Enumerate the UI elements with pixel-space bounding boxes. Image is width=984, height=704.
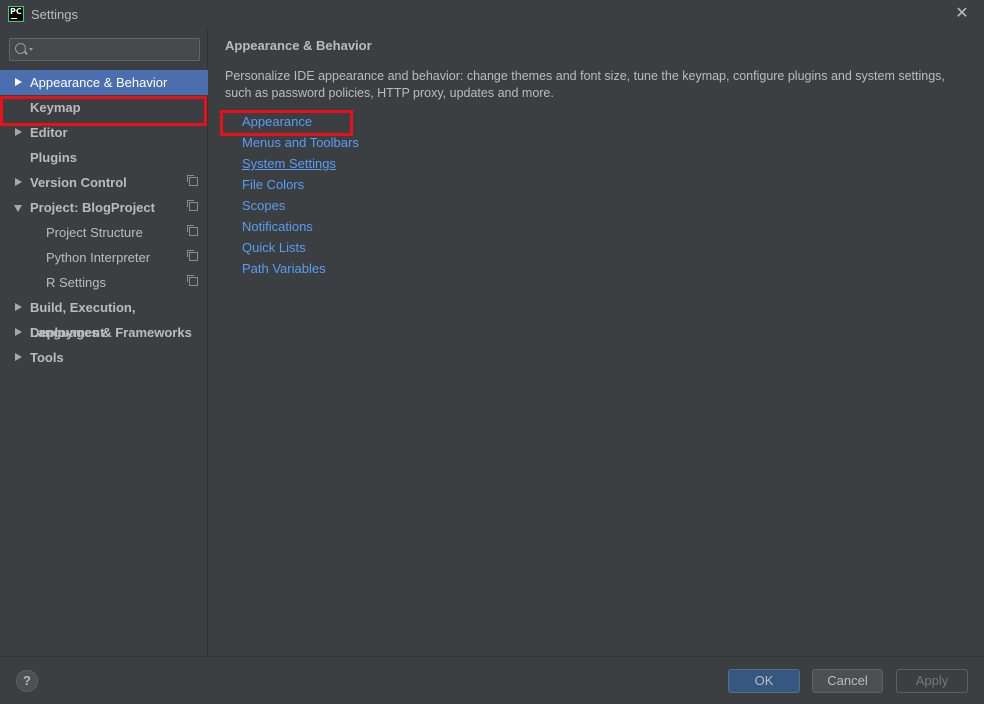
project-settings-icon [187, 250, 198, 261]
sidebar-item-build-execution-deployment[interactable]: Build, Execution, Deployment [0, 295, 208, 340]
sidebar-item-appearance-behavior[interactable]: Appearance & Behavior [0, 70, 208, 95]
link-scopes[interactable]: Scopes [242, 198, 285, 213]
search-history-dropdown-icon[interactable] [29, 48, 33, 51]
apply-button[interactable]: Apply [896, 669, 968, 693]
sidebar-item-plugins[interactable]: Plugins [0, 145, 208, 170]
sidebar-item-python-interpreter[interactable]: Python Interpreter [0, 245, 208, 270]
link-menus-and-toolbars[interactable]: Menus and Toolbars [242, 135, 359, 150]
settings-search-box[interactable] [9, 38, 200, 61]
sidebar-item-label: Languages & Frameworks [30, 325, 192, 340]
app-icon-text: PC [10, 7, 22, 16]
pycharm-app-icon: PC [8, 6, 24, 22]
project-settings-icon [187, 200, 198, 211]
highlight-box [0, 96, 207, 126]
sidebar-item-label: Project: BlogProject [30, 200, 155, 215]
settings-sidebar: Appearance & Behavior Keymap Editor Plug… [0, 28, 208, 656]
page-description: Personalize IDE appearance and behavior:… [225, 69, 945, 100]
sidebar-item-label: Tools [30, 350, 64, 365]
link-path-variables[interactable]: Path Variables [242, 261, 326, 276]
window-title: Settings [31, 7, 78, 22]
sidebar-item-r-settings[interactable]: R Settings [0, 270, 208, 295]
ok-button[interactable]: OK [728, 669, 800, 693]
expand-arrow-icon[interactable] [15, 303, 22, 311]
sidebar-item-version-control[interactable]: Version Control [0, 170, 208, 195]
sidebar-item-project-blogproject[interactable]: Project: BlogProject [0, 195, 208, 220]
project-settings-icon [187, 275, 198, 286]
sidebar-item-label: Project Structure [46, 225, 143, 240]
link-system-settings[interactable]: System Settings [242, 156, 336, 171]
title-bar: PC Settings ✕ [0, 0, 984, 28]
project-settings-icon [187, 175, 198, 186]
settings-content-panel: Appearance & Behavior Personalize IDE ap… [208, 28, 984, 656]
expand-arrow-icon[interactable] [15, 353, 22, 361]
sidebar-item-tools[interactable]: Tools [0, 345, 208, 370]
search-icon[interactable] [15, 43, 26, 54]
sidebar-item-languages-frameworks[interactable]: Languages & Frameworks [0, 320, 208, 345]
collapse-arrow-icon[interactable] [14, 205, 22, 212]
project-settings-icon [187, 225, 198, 236]
sidebar-item-label: Appearance & Behavior [30, 75, 168, 90]
highlight-box [220, 110, 353, 136]
sidebar-item-label: Version Control [30, 175, 127, 190]
expand-arrow-icon[interactable] [15, 178, 22, 186]
expand-arrow-icon[interactable] [15, 78, 22, 86]
expand-arrow-icon[interactable] [15, 328, 22, 336]
link-quick-lists[interactable]: Quick Lists [242, 240, 306, 255]
sidebar-item-label: Plugins [30, 150, 77, 165]
page-title: Appearance & Behavior [225, 38, 372, 53]
cancel-button[interactable]: Cancel [812, 669, 883, 693]
link-notifications[interactable]: Notifications [242, 219, 313, 234]
dialog-footer: ? OK Cancel Apply [0, 656, 984, 704]
settings-search-input[interactable] [38, 40, 200, 61]
sidebar-item-label: Python Interpreter [46, 250, 151, 265]
help-button[interactable]: ? [16, 670, 38, 692]
expand-arrow-icon[interactable] [15, 128, 22, 136]
sidebar-item-label: R Settings [46, 275, 106, 290]
link-file-colors[interactable]: File Colors [242, 177, 304, 192]
close-icon[interactable]: ✕ [954, 5, 970, 23]
sidebar-item-project-structure[interactable]: Project Structure [0, 220, 208, 245]
